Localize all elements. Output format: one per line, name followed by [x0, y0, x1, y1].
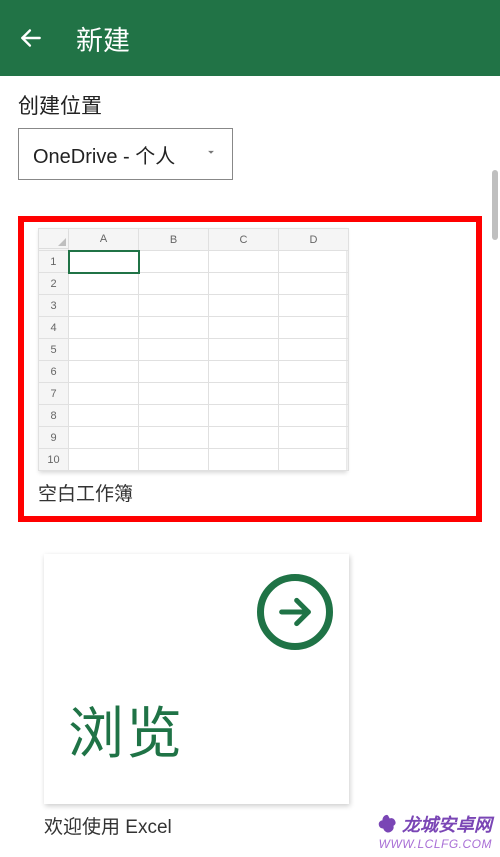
row-header: 4 [39, 317, 69, 339]
back-arrow-icon[interactable] [18, 25, 44, 51]
watermark-url: WWW.LCLFG.COM [376, 837, 492, 851]
location-label: 创建位置 [18, 90, 482, 120]
row-header: 1 [39, 251, 69, 273]
page-title: 新建 [76, 19, 130, 58]
cell-a1-selected [69, 251, 139, 273]
location-dropdown[interactable]: OneDrive - 个人 [18, 128, 233, 180]
browse-text: 浏览 [68, 689, 184, 770]
scrollbar[interactable] [492, 170, 498, 240]
location-dropdown-value: OneDrive - 个人 [33, 140, 175, 169]
welcome-excel-label: 欢迎使用 Excel [44, 812, 349, 839]
watermark-logo-icon [376, 813, 398, 835]
spreadsheet-preview: A B C D 1 2 3 4 5 6 7 8 9 10 [38, 228, 349, 471]
row-header: 10 [39, 449, 69, 471]
app-header: 新建 [0, 0, 500, 76]
row-header: 9 [39, 427, 69, 449]
row-header: 8 [39, 405, 69, 427]
row-header: 6 [39, 361, 69, 383]
row-header: 3 [39, 295, 69, 317]
arrow-right-circle-icon [257, 574, 333, 650]
col-header: A [69, 229, 139, 251]
col-header: B [139, 229, 209, 251]
welcome-excel-template[interactable]: 浏览 [44, 554, 349, 804]
watermark-text: 龙城安卓网 [402, 811, 492, 837]
col-header: C [209, 229, 279, 251]
chevron-down-icon [204, 145, 218, 164]
blank-workbook-highlight: A B C D 1 2 3 4 5 6 7 8 9 10 空白工作簿 [18, 216, 482, 522]
blank-workbook-template[interactable]: A B C D 1 2 3 4 5 6 7 8 9 10 [38, 228, 346, 471]
col-header: D [279, 229, 349, 251]
row-header: 7 [39, 383, 69, 405]
row-header: 5 [39, 339, 69, 361]
blank-workbook-label: 空白工作簿 [38, 479, 466, 506]
watermark: 龙城安卓网 WWW.LCLFG.COM [376, 811, 492, 851]
row-header: 2 [39, 273, 69, 295]
select-all-icon [39, 231, 69, 249]
